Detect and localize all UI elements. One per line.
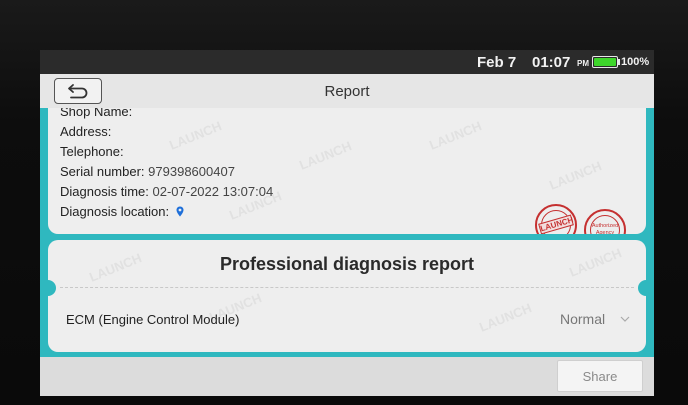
status-date: Feb 7 bbox=[477, 54, 517, 71]
watermark-text: LAUNCH bbox=[547, 158, 604, 193]
battery-fill bbox=[594, 58, 616, 66]
diagnosis-report-card: LAUNCH LAUNCH LAUNCH LAUNCH Professional… bbox=[48, 240, 646, 352]
status-bar: Feb 7 01:07 PM 100% bbox=[40, 50, 654, 74]
share-button[interactable]: Share bbox=[557, 360, 643, 392]
device-bezel: Feb 7 01:07 PM 100% Report LAUNCH LAUNCH… bbox=[0, 0, 688, 405]
battery-tip bbox=[618, 59, 620, 65]
screen: Feb 7 01:07 PM 100% Report LAUNCH LAUNCH… bbox=[40, 50, 654, 396]
diagnosis-location-row: Diagnosis location: bbox=[60, 204, 184, 219]
location-pin-icon[interactable] bbox=[176, 206, 184, 217]
shop-name-label: Shop Name: bbox=[60, 108, 133, 119]
battery-icon bbox=[592, 56, 618, 68]
address-label: Address: bbox=[60, 124, 112, 139]
module-name: ECM (Engine Control Module) bbox=[66, 312, 240, 327]
page-title: Report bbox=[324, 83, 370, 100]
agency-stamp-text: Authorized Agency bbox=[591, 223, 619, 234]
chevron-down-icon[interactable] bbox=[620, 316, 630, 322]
serial-number-value: 979398600407 bbox=[148, 164, 235, 179]
bottom-bar: Share bbox=[40, 357, 654, 396]
dashed-divider bbox=[60, 287, 634, 288]
watermark-text: LAUNCH bbox=[167, 118, 224, 153]
status-time: 01:07 bbox=[532, 54, 571, 71]
watermark-text: LAUNCH bbox=[427, 118, 484, 153]
module-row-ecm[interactable]: ECM (Engine Control Module) Normal bbox=[48, 296, 646, 350]
diagnosis-time-value: 02-07-2022 13:07:04 bbox=[152, 184, 274, 199]
diagnosis-time-label: Diagnosis time: bbox=[60, 184, 149, 199]
card-notch-right bbox=[638, 280, 646, 296]
diagnosis-time-row: Diagnosis time: 02-07-2022 13:07:04 bbox=[60, 184, 273, 199]
authorized-agency-stamp: Authorized Agency bbox=[584, 209, 626, 234]
status-ampm: PM bbox=[577, 59, 589, 68]
diagnosis-location-label: Diagnosis location: bbox=[60, 204, 170, 219]
launch-stamp: LAUNCH bbox=[535, 204, 577, 234]
shop-info-card: LAUNCH LAUNCH LAUNCH LAUNCH LAUNCH Shop … bbox=[48, 108, 646, 234]
watermark-text: LAUNCH bbox=[297, 138, 354, 173]
title-bar: Report bbox=[40, 74, 654, 108]
telephone-label: Telephone: bbox=[60, 144, 124, 159]
battery-percent: 100% bbox=[621, 56, 650, 68]
serial-number-row: Serial number: 979398600407 bbox=[60, 164, 235, 179]
serial-number-label: Serial number: bbox=[60, 164, 145, 179]
report-title: Professional diagnosis report bbox=[219, 254, 475, 274]
module-status: Normal bbox=[560, 311, 606, 327]
card-notch-left bbox=[48, 280, 56, 296]
